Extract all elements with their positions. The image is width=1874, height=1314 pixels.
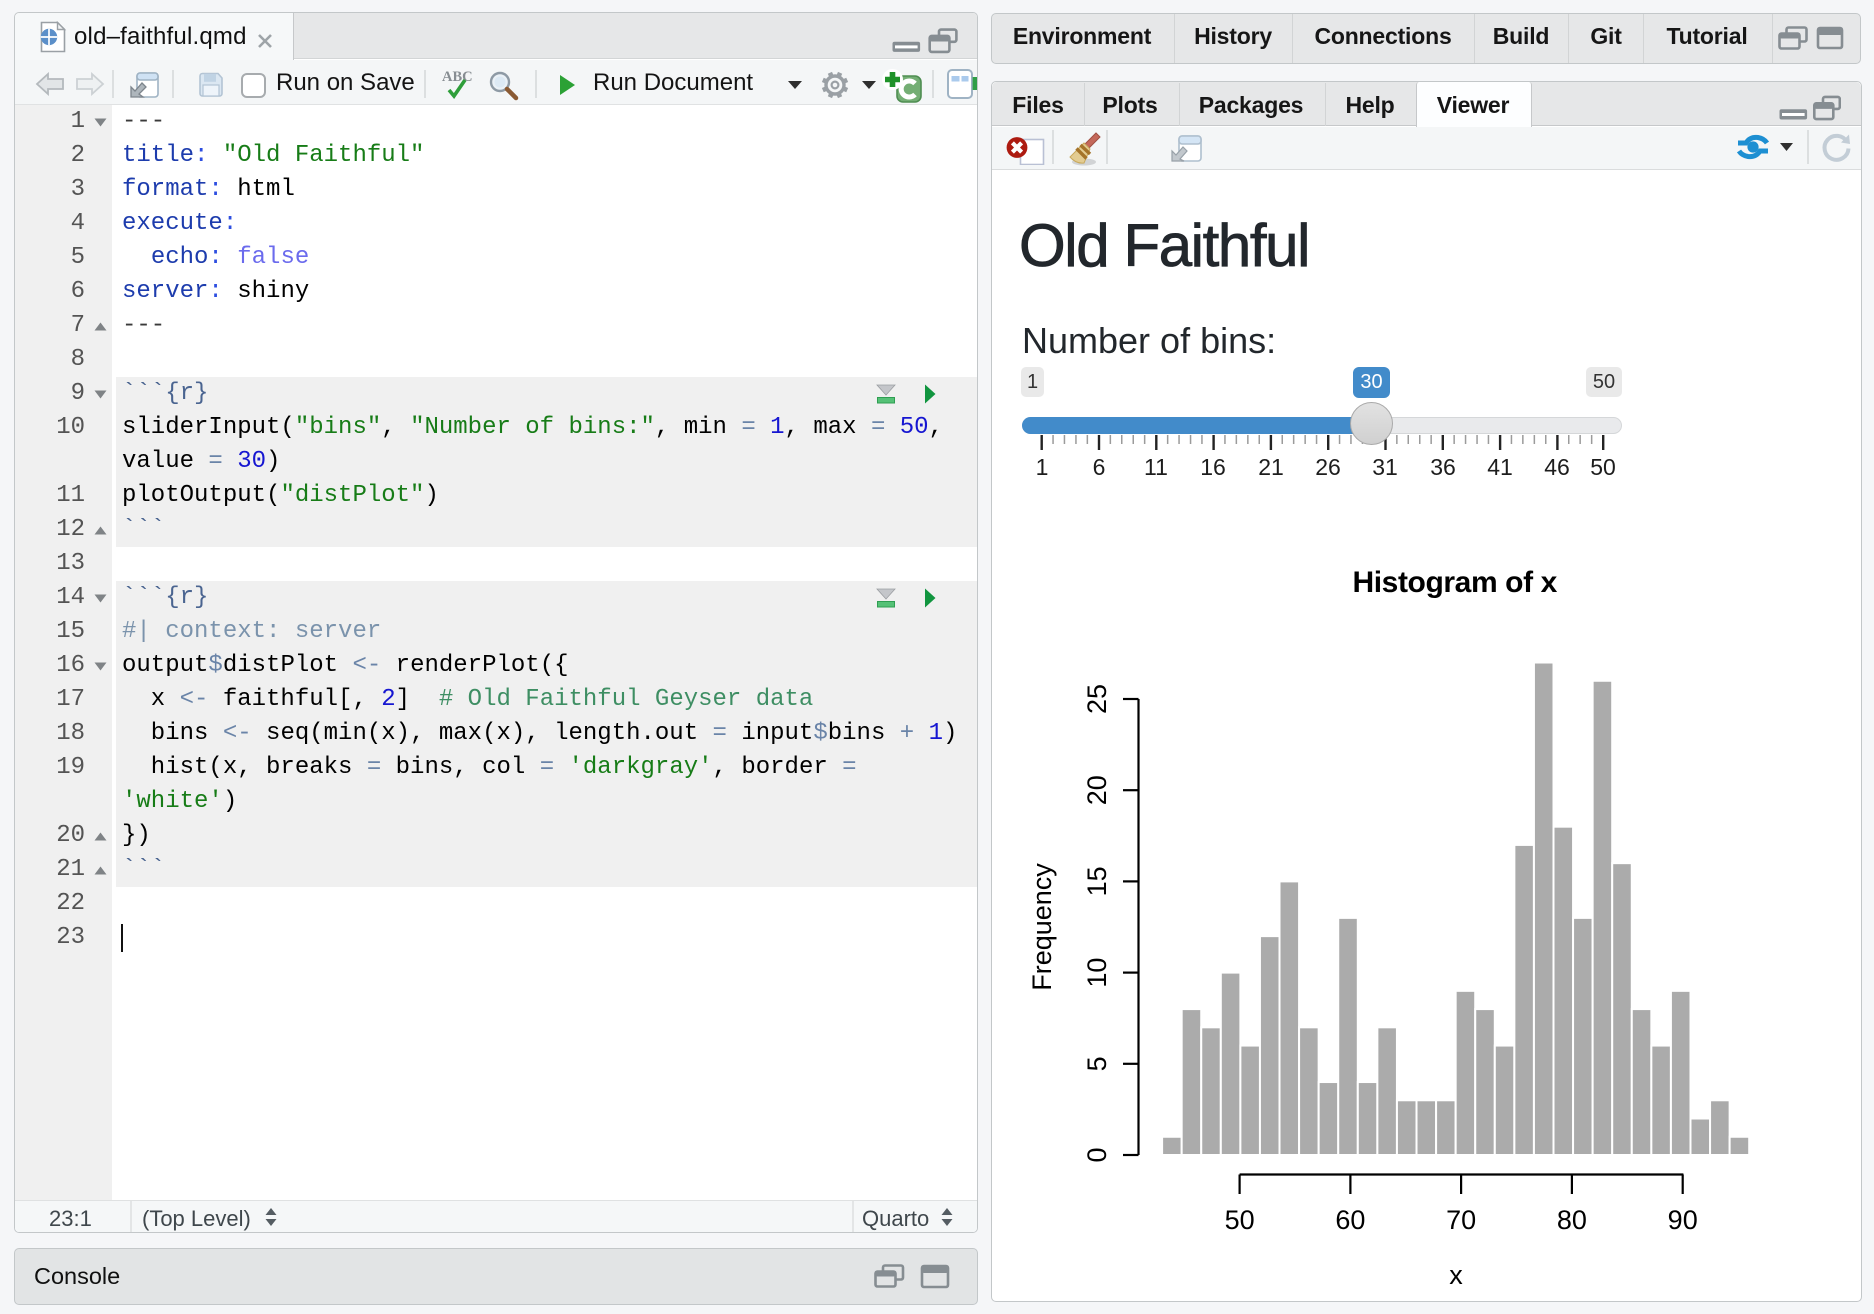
svg-text:80: 80 — [1557, 1205, 1587, 1235]
svg-text:Frequency: Frequency — [1027, 863, 1057, 991]
svg-text:10: 10 — [1082, 958, 1112, 988]
svg-text:5: 5 — [1082, 1056, 1112, 1071]
svg-text:50: 50 — [1225, 1205, 1255, 1235]
svg-text:x: x — [1449, 1260, 1463, 1290]
svg-text:25: 25 — [1082, 684, 1112, 714]
svg-text:0: 0 — [1082, 1147, 1112, 1162]
svg-text:ABC: ABC — [442, 69, 473, 85]
svg-text:90: 90 — [1668, 1205, 1698, 1235]
svg-text:Histogram of x: Histogram of x — [1352, 566, 1557, 599]
svg-text:15: 15 — [1082, 866, 1112, 896]
svg-text:60: 60 — [1335, 1205, 1365, 1235]
svg-text:20: 20 — [1082, 775, 1112, 805]
svg-text:70: 70 — [1446, 1205, 1476, 1235]
